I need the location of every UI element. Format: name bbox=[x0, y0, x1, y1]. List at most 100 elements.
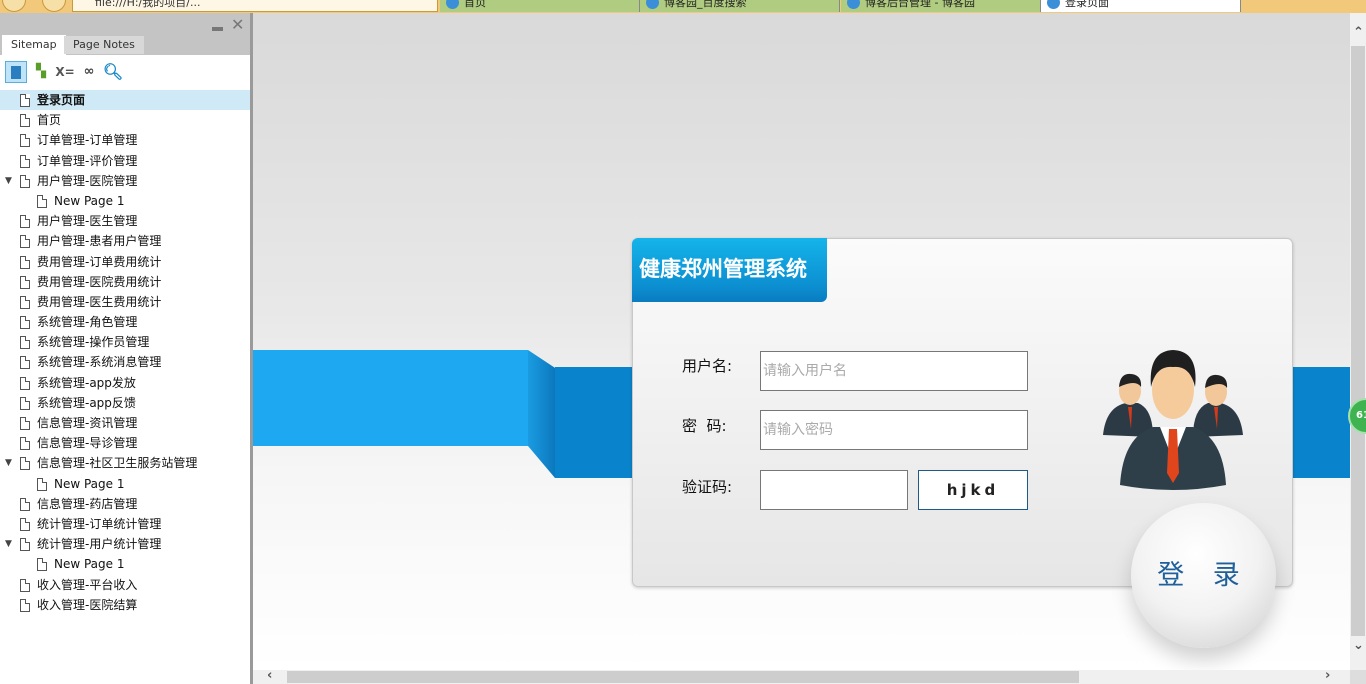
sitemap-item-label: 统计管理-用户统计管理 bbox=[37, 537, 162, 552]
minimize-icon[interactable] bbox=[212, 27, 223, 31]
sitemap-item-label: 信息管理-社区卫生服务站管理 bbox=[37, 456, 198, 471]
expand-arrow-icon[interactable]: ▼ bbox=[5, 171, 12, 191]
sitemap-panel: ✕ Sitemap Page Notes ▚ X= ∞ 🔍︎ 登录页面首页订单管… bbox=[0, 13, 250, 684]
link-icon[interactable]: ∞ bbox=[78, 61, 100, 83]
sitemap-item[interactable]: 收入管理-平台收入 bbox=[0, 575, 250, 595]
left-person bbox=[1103, 373, 1153, 437]
tab-favicon-icon bbox=[646, 0, 659, 9]
scroll-down-icon[interactable]: ⌄ bbox=[1353, 638, 1364, 653]
sitemap-item-label: 首页 bbox=[37, 113, 62, 128]
page-icon[interactable] bbox=[5, 61, 27, 83]
page-icon bbox=[37, 194, 47, 208]
sitemap-item[interactable]: 登录页面 bbox=[0, 90, 250, 111]
right-person bbox=[1193, 374, 1243, 437]
sitemap-item-label: 收入管理-平台收入 bbox=[37, 577, 138, 592]
horizontal-scrollbar[interactable]: ‹ › bbox=[253, 668, 1350, 684]
username-input[interactable] bbox=[760, 351, 1028, 391]
page-icon bbox=[20, 255, 30, 269]
tab-page-notes[interactable]: Page Notes bbox=[64, 36, 144, 54]
sitemap-item[interactable]: 信息管理-药店管理 bbox=[0, 494, 250, 514]
page-icon bbox=[20, 235, 30, 249]
page-icon bbox=[20, 356, 30, 370]
sitemap-item[interactable]: 信息管理-资讯管理 bbox=[0, 413, 250, 433]
sitemap-item-label: 订单管理-评价管理 bbox=[37, 153, 138, 168]
login-button[interactable]: 登 录 bbox=[1131, 503, 1276, 648]
page-icon bbox=[20, 114, 30, 128]
sitemap-item[interactable]: 费用管理-医院费用统计 bbox=[0, 272, 250, 292]
sitemap-item[interactable]: 收入管理-医院结算 bbox=[0, 595, 250, 615]
sitemap-item[interactable]: 系统管理-app反馈 bbox=[0, 393, 250, 413]
sitemap-item[interactable]: 费用管理-医生费用统计 bbox=[0, 292, 250, 312]
browser-tab-label: 登录页面 bbox=[1065, 0, 1109, 9]
sitemap-tree: 登录页面首页订单管理-订单管理 订单管理-评价管理 ▼ 用户管理-医院管理 New Pa… bbox=[0, 90, 250, 615]
sitemap-item-label: 系统管理-系统消息管理 bbox=[37, 355, 162, 370]
sitemap-item[interactable]: 系统管理-角色管理 bbox=[0, 312, 250, 332]
sitemap-item-label: 用户管理-患者用户管理 bbox=[37, 234, 162, 249]
sitemap-item-label: 系统管理-角色管理 bbox=[37, 315, 138, 330]
tab-favicon-icon bbox=[446, 0, 459, 9]
forward-button[interactable] bbox=[42, 0, 66, 12]
sitemap-item-label: 费用管理-医生费用统计 bbox=[37, 294, 162, 309]
vertical-scroll-thumb[interactable] bbox=[1351, 46, 1365, 636]
browser-tab[interactable]: 博客园_百度搜索 bbox=[640, 0, 840, 12]
sitemap-item-label: 订单管理-订单管理 bbox=[37, 133, 138, 148]
variable-icon[interactable]: X= bbox=[54, 61, 76, 83]
sitemap-item-label: 费用管理-医院费用统计 bbox=[37, 274, 162, 289]
sitemap-item[interactable]: 信息管理-导诊管理 bbox=[0, 433, 250, 453]
sitemap-item[interactable]: 费用管理-订单费用统计 bbox=[0, 252, 250, 272]
sitemap-item[interactable]: 订单管理-评价管理 bbox=[0, 151, 250, 171]
address-bar[interactable]: file:///H:/我的项目/... bbox=[72, 0, 438, 12]
page-canvas: 健康郑州管理系统 用户名: 密 码: 验证码: hjkd 登 录 bbox=[253, 13, 1350, 670]
sitemap-item-label: 统计管理-订单统计管理 bbox=[37, 516, 162, 531]
tab-sitemap[interactable]: Sitemap bbox=[2, 35, 66, 55]
sitemap-item[interactable]: 系统管理-操作员管理 bbox=[0, 332, 250, 352]
horizontal-scroll-thumb[interactable] bbox=[287, 671, 1079, 683]
password-input[interactable] bbox=[760, 410, 1028, 450]
sitemap-item[interactable]: New Page 1 bbox=[0, 191, 250, 211]
sitemap-item[interactable]: ▼ 信息管理-社区卫生服务站管理 bbox=[0, 453, 250, 473]
sitemap-item[interactable]: 统计管理-订单统计管理 bbox=[0, 514, 250, 534]
expand-arrow-icon[interactable]: ▼ bbox=[5, 453, 12, 473]
browser-tab-label: 博客后台管理 - 博客园 bbox=[865, 0, 975, 9]
captcha-image[interactable]: hjkd bbox=[918, 470, 1028, 510]
page-icon bbox=[20, 275, 30, 289]
expand-arrow-icon[interactable]: ▼ bbox=[5, 534, 12, 554]
sitemap-item[interactable]: ▼ 统计管理-用户统计管理 bbox=[0, 534, 250, 554]
sitemap-item[interactable]: 系统管理-系统消息管理 bbox=[0, 352, 250, 372]
sitemap-item-label: 系统管理-app反馈 bbox=[37, 395, 136, 410]
sitemap-item-label: 信息管理-药店管理 bbox=[37, 496, 138, 511]
captcha-input[interactable] bbox=[760, 470, 908, 510]
sitemap-item-label: 用户管理-医院管理 bbox=[37, 173, 138, 188]
tab-favicon-icon bbox=[847, 0, 860, 9]
browser-tab[interactable]: 博客后台管理 - 博客园 bbox=[841, 0, 1041, 12]
sitemap-item-label: New Page 1 bbox=[54, 476, 125, 491]
pointer-icon[interactable]: ▚ bbox=[30, 61, 52, 83]
ribbon-left bbox=[253, 350, 528, 446]
sitemap-item[interactable]: 首页 bbox=[0, 110, 250, 130]
sitemap-item-label: New Page 1 bbox=[54, 557, 125, 572]
browser-tab[interactable]: 首页 bbox=[440, 0, 640, 12]
sitemap-item[interactable]: 订单管理-订单管理 bbox=[0, 130, 250, 150]
close-icon[interactable]: ✕ bbox=[231, 15, 244, 34]
back-button[interactable] bbox=[2, 0, 26, 12]
username-label: 用户名: bbox=[682, 357, 733, 375]
sitemap-item[interactable]: New Page 1 bbox=[0, 554, 250, 574]
browser-tab[interactable]: 登录页面 bbox=[1041, 0, 1241, 12]
page-icon bbox=[20, 174, 30, 188]
browser-tab-label: 首页 bbox=[464, 0, 486, 9]
vertical-scrollbar[interactable]: ⌃ ⌄ bbox=[1350, 13, 1366, 670]
sitemap-item-label: 信息管理-资讯管理 bbox=[37, 416, 138, 430]
scroll-left-icon[interactable]: ‹ bbox=[267, 668, 272, 683]
page-icon bbox=[20, 497, 30, 511]
scroll-right-icon[interactable]: › bbox=[1325, 668, 1330, 683]
sitemap-item-label: 登录页面 bbox=[37, 93, 86, 107]
search-icon[interactable]: 🔍︎ bbox=[102, 61, 124, 83]
sitemap-item[interactable]: ▼ 用户管理-医院管理 bbox=[0, 171, 250, 191]
sitemap-item[interactable]: 系统管理-app发放 bbox=[0, 373, 250, 393]
ribbon-fold bbox=[528, 350, 555, 478]
sitemap-item[interactable]: 用户管理-医生管理 bbox=[0, 211, 250, 231]
page-icon bbox=[20, 134, 30, 148]
scroll-up-icon[interactable]: ⌃ bbox=[1353, 25, 1364, 40]
sitemap-item[interactable]: New Page 1 bbox=[0, 474, 250, 494]
sitemap-item[interactable]: 用户管理-患者用户管理 bbox=[0, 231, 250, 251]
